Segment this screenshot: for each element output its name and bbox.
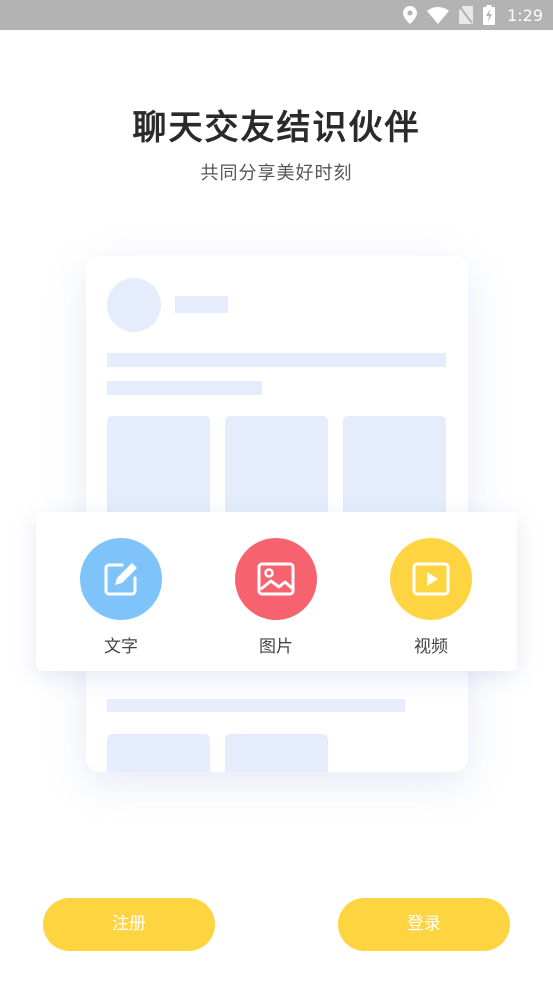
post-video-circle[interactable] bbox=[390, 538, 472, 620]
post-image-label: 图片 bbox=[259, 637, 293, 657]
wifi-icon bbox=[427, 6, 450, 24]
status-icons: 1:29 bbox=[403, 0, 543, 30]
post-text-label: 文字 bbox=[104, 637, 138, 657]
placeholder-image bbox=[225, 416, 328, 526]
location-icon bbox=[403, 6, 418, 24]
register-button[interactable]: 注册 bbox=[43, 898, 215, 951]
placeholder-text-line bbox=[107, 381, 262, 395]
video-icon bbox=[412, 562, 450, 596]
placeholder-image bbox=[343, 416, 446, 526]
placeholder-avatar bbox=[107, 278, 161, 332]
placeholder-image bbox=[225, 734, 328, 772]
placeholder-username bbox=[175, 296, 228, 313]
post-video-label: 视频 bbox=[414, 637, 448, 657]
placeholder-text-line bbox=[107, 699, 405, 712]
page-subtitle: 共同分享美好时刻 bbox=[200, 163, 353, 184]
status-bar: 1:29 bbox=[0, 0, 553, 30]
no-sim-icon bbox=[459, 6, 474, 24]
image-icon bbox=[257, 562, 295, 596]
login-button[interactable]: 登录 bbox=[338, 898, 510, 951]
post-image-circle[interactable] bbox=[235, 538, 317, 620]
placeholder-image bbox=[107, 416, 210, 526]
battery-charging-icon bbox=[483, 5, 496, 25]
post-text-option[interactable]: 文字 bbox=[71, 538, 171, 658]
placeholder-text-line bbox=[107, 353, 446, 367]
page-title: 聊天交友结识伙伴 bbox=[132, 108, 421, 148]
edit-icon bbox=[104, 563, 137, 596]
post-video-option[interactable]: 视频 bbox=[381, 538, 481, 658]
post-text-circle[interactable] bbox=[80, 538, 162, 620]
placeholder-image bbox=[107, 734, 210, 772]
post-image-option[interactable]: 图片 bbox=[226, 538, 326, 658]
post-type-panel: 文字 图片 视频 bbox=[36, 512, 517, 671]
status-time: 1:29 bbox=[507, 5, 543, 25]
welcome-screen: 1:29 聊天交友结识伙伴 共同分享美好时刻 文字 图片 视频 注册 登录 bbox=[0, 0, 553, 983]
